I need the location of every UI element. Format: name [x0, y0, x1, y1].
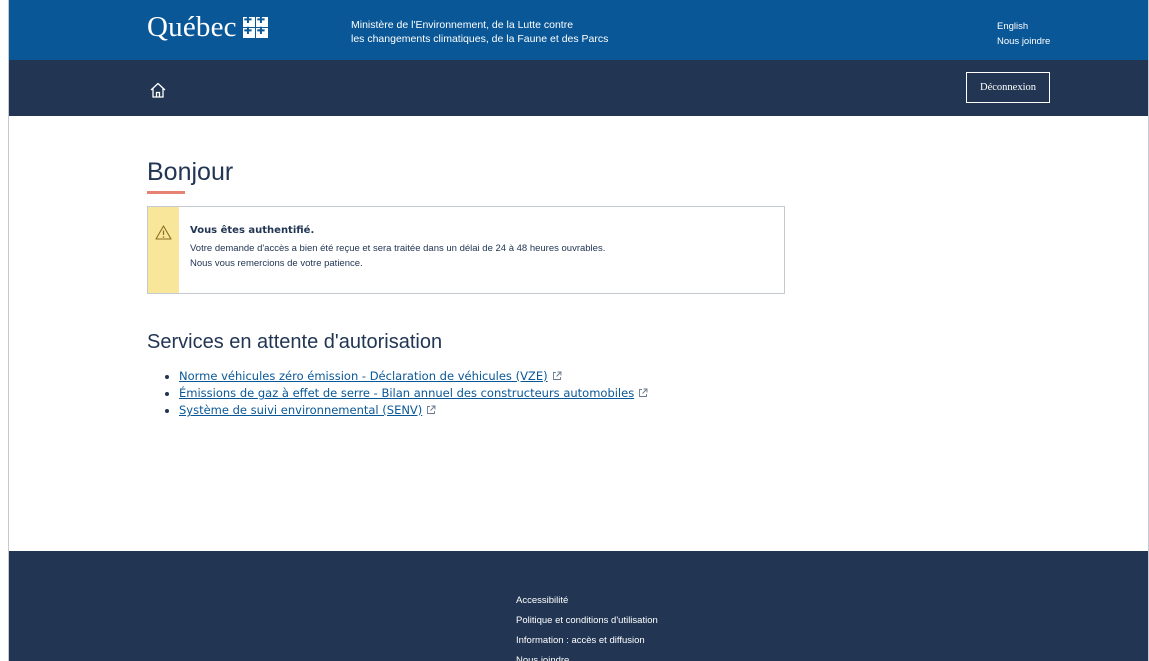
alert-box: Vous êtes authentifié. Votre demande d'a… [147, 206, 785, 294]
footer-links: Accessibilité Politique et conditions d'… [516, 591, 658, 661]
list-item: Émissions de gaz à effet de serre - Bila… [165, 385, 648, 402]
quebec-logo[interactable]: Québec [147, 13, 268, 42]
ministry-line-2: les changements climatiques, de la Faune… [351, 33, 609, 45]
section-title: Services en attente d'autorisation [147, 331, 443, 353]
logo-wordmark: Québec [147, 11, 237, 43]
fleur-de-lys-icon [242, 15, 268, 38]
alert-body: Vous êtes authentifié. Votre demande d'a… [179, 207, 605, 293]
alert-title: Vous êtes authentifié. [190, 225, 315, 236]
external-link-icon [639, 388, 648, 397]
external-link-icon [427, 405, 436, 414]
main-content: Bonjour Vous êtes authentifié. Votre dem… [9, 116, 1148, 551]
ministry-name: Ministère de l'Environnement, de la Lutt… [351, 18, 608, 46]
contact-link[interactable]: Nous joindre [997, 34, 1050, 49]
header-links: English Nous joindre [997, 19, 1050, 49]
footer-link-accessibility[interactable]: Accessibilité [516, 591, 658, 611]
title-underline [147, 191, 185, 194]
service-link-ges[interactable]: Émissions de gaz à effet de serre - Bila… [179, 386, 634, 400]
footer: Accessibilité Politique et conditions d'… [9, 551, 1148, 661]
footer-link-information[interactable]: Information : accès et diffusion [516, 631, 658, 651]
warning-icon [155, 225, 172, 240]
alert-message-line-1: Votre demande d'accès a bien été reçue e… [190, 243, 606, 254]
page-title: Bonjour [147, 158, 234, 186]
page-frame: Québec Ministère de l'Environnement, de … [8, 0, 1149, 661]
services-list: Norme véhicules zéro émission - Déclarat… [165, 368, 648, 419]
service-link-senv[interactable]: Système de suivi environnemental (SENV) [179, 403, 422, 417]
footer-link-policy[interactable]: Politique et conditions d'utilisation [516, 611, 658, 631]
logout-button[interactable]: Déconnexion [966, 72, 1050, 103]
ministry-line-1: Ministère de l'Environnement, de la Lutt… [351, 19, 574, 31]
list-item: Système de suivi environnemental (SENV) [165, 402, 648, 419]
alert-sidebar [148, 207, 179, 293]
top-header: Québec Ministère de l'Environnement, de … [9, 0, 1148, 60]
list-item: Norme véhicules zéro émission - Déclarat… [165, 368, 648, 385]
alert-message-line-2: Nous vous remercions de votre patience. [190, 258, 363, 269]
service-link-vze[interactable]: Norme véhicules zéro émission - Déclarat… [179, 369, 548, 383]
home-icon[interactable] [149, 82, 167, 98]
nav-bar: Déconnexion [9, 60, 1148, 116]
footer-link-contact[interactable]: Nous joindre [516, 651, 658, 661]
english-link[interactable]: English [997, 19, 1050, 34]
external-link-icon [552, 371, 562, 380]
